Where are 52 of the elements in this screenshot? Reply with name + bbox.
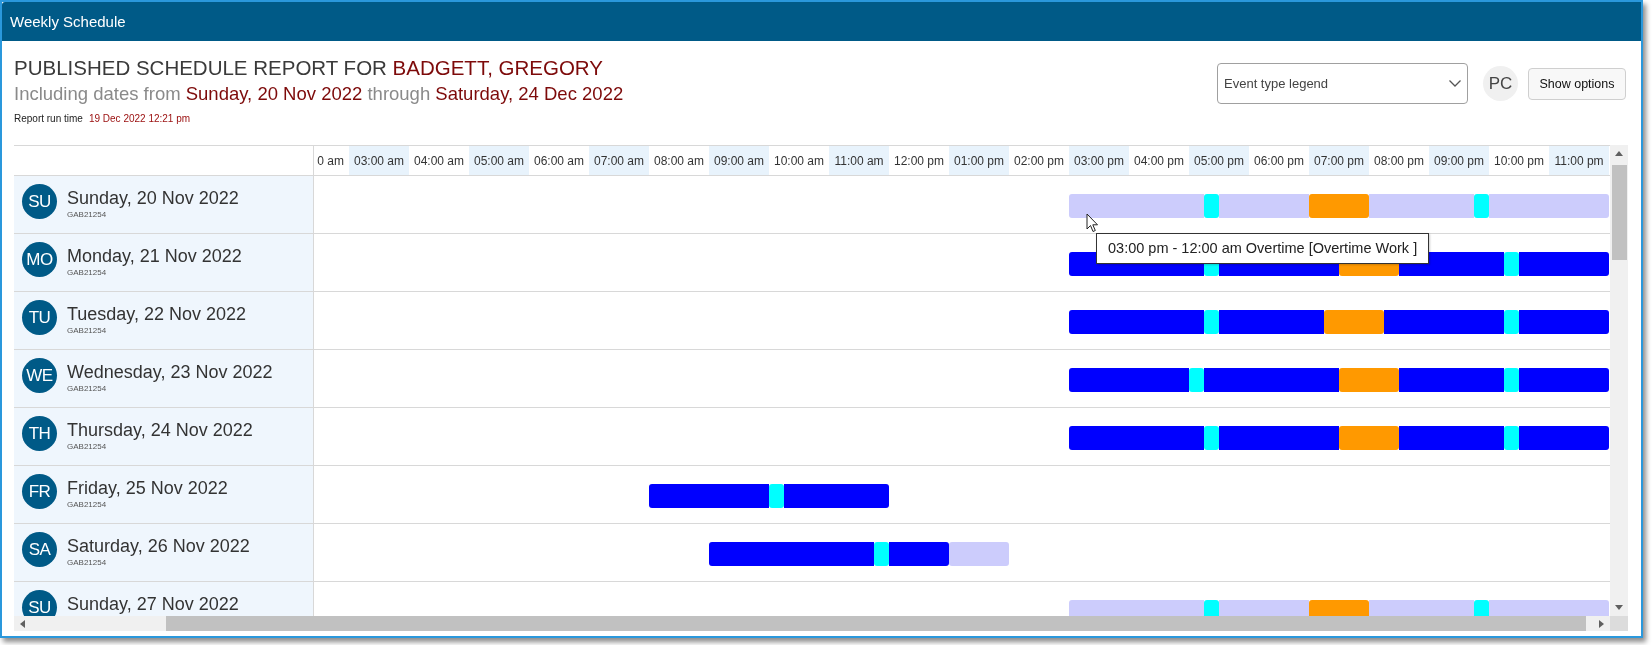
show-options-button[interactable]: Show options <box>1528 67 1626 100</box>
day-avatar: WE <box>22 358 57 393</box>
day-avatar: TH <box>22 416 57 451</box>
legend-dropdown[interactable]: Event type legend <box>1217 63 1468 104</box>
day-date: Monday, 21 Nov 2022 <box>67 246 242 267</box>
employee-code: GAB21254 <box>67 268 107 278</box>
hour-label: 01:00 pm <box>949 146 1009 175</box>
day-date: Sunday, 27 Nov 2022 <box>67 594 239 615</box>
window-title: Weekly Schedule <box>10 13 126 30</box>
hour-label: 07:00 pm <box>1309 146 1369 175</box>
hour-label: 05:00 pm <box>1189 146 1249 175</box>
day-avatar: TU <box>22 300 57 335</box>
employee-code: GAB21254 <box>67 442 107 452</box>
day-avatar: SU <box>22 590 57 616</box>
scroll-right-icon[interactable] <box>1599 619 1604 628</box>
employee-code: GAB21254 <box>67 210 107 220</box>
day-avatar: MO <box>22 242 57 277</box>
day-date: Sunday, 20 Nov 2022 <box>67 188 239 209</box>
hour-label: 09:00 pm <box>1429 146 1489 175</box>
day-avatar: FR <box>22 474 57 509</box>
vertical-scrollbar[interactable] <box>1610 145 1628 616</box>
day-date: Thursday, 24 Nov 2022 <box>67 420 253 441</box>
run-time-value: 19 Dec 2022 12:21 pm <box>88 112 191 126</box>
day-date: Wednesday, 23 Nov 2022 <box>67 362 273 383</box>
employee-code: GAB21254 <box>67 500 107 510</box>
day-date: Saturday, 26 Nov 2022 <box>67 536 250 557</box>
run-time-label: Report run time <box>14 112 83 126</box>
scroll-down-icon[interactable] <box>1615 605 1623 610</box>
report-subtitle: Including dates from Sunday, 20 Nov 2022 through Saturday, 24 Dec 2022 <box>14 82 624 106</box>
cursor-icon <box>1086 213 1099 233</box>
hour-label: 03:00 am <box>349 146 409 175</box>
hour-label: 05:00 am <box>469 146 529 175</box>
day-avatar: SA <box>22 532 57 567</box>
hour-label: 11:00 am <box>829 146 889 175</box>
day-date: Friday, 25 Nov 2022 <box>67 478 228 499</box>
employee-code: GAB21254 <box>67 326 107 336</box>
scroll-up-icon[interactable] <box>1615 151 1623 156</box>
day-date: Tuesday, 22 Nov 2022 <box>67 304 247 325</box>
scrollbar-corner <box>1610 616 1628 631</box>
employee-code: GAB21254 <box>67 558 107 568</box>
employee-code: GAB21254 <box>67 384 107 394</box>
hour-label: 07:00 am <box>589 146 649 175</box>
report-title: PUBLISHED SCHEDULE REPORT FOR BADGETT, GREGORY <box>14 55 604 81</box>
hour-label: 03:00 pm <box>1069 146 1129 175</box>
scroll-left-icon[interactable] <box>20 619 25 628</box>
day-avatar: SU <box>22 184 57 219</box>
hour-label: 09:00 am <box>709 146 769 175</box>
user-avatar[interactable]: PC <box>1483 66 1518 101</box>
tooltip: 03:00 pm - 12:00 am Overtime [Overtime Work ] <box>1096 233 1430 264</box>
chevron-down-icon <box>1449 80 1461 87</box>
scroll-thumb[interactable] <box>1611 165 1627 260</box>
hour-label: 11:00 pm <box>1549 146 1609 175</box>
